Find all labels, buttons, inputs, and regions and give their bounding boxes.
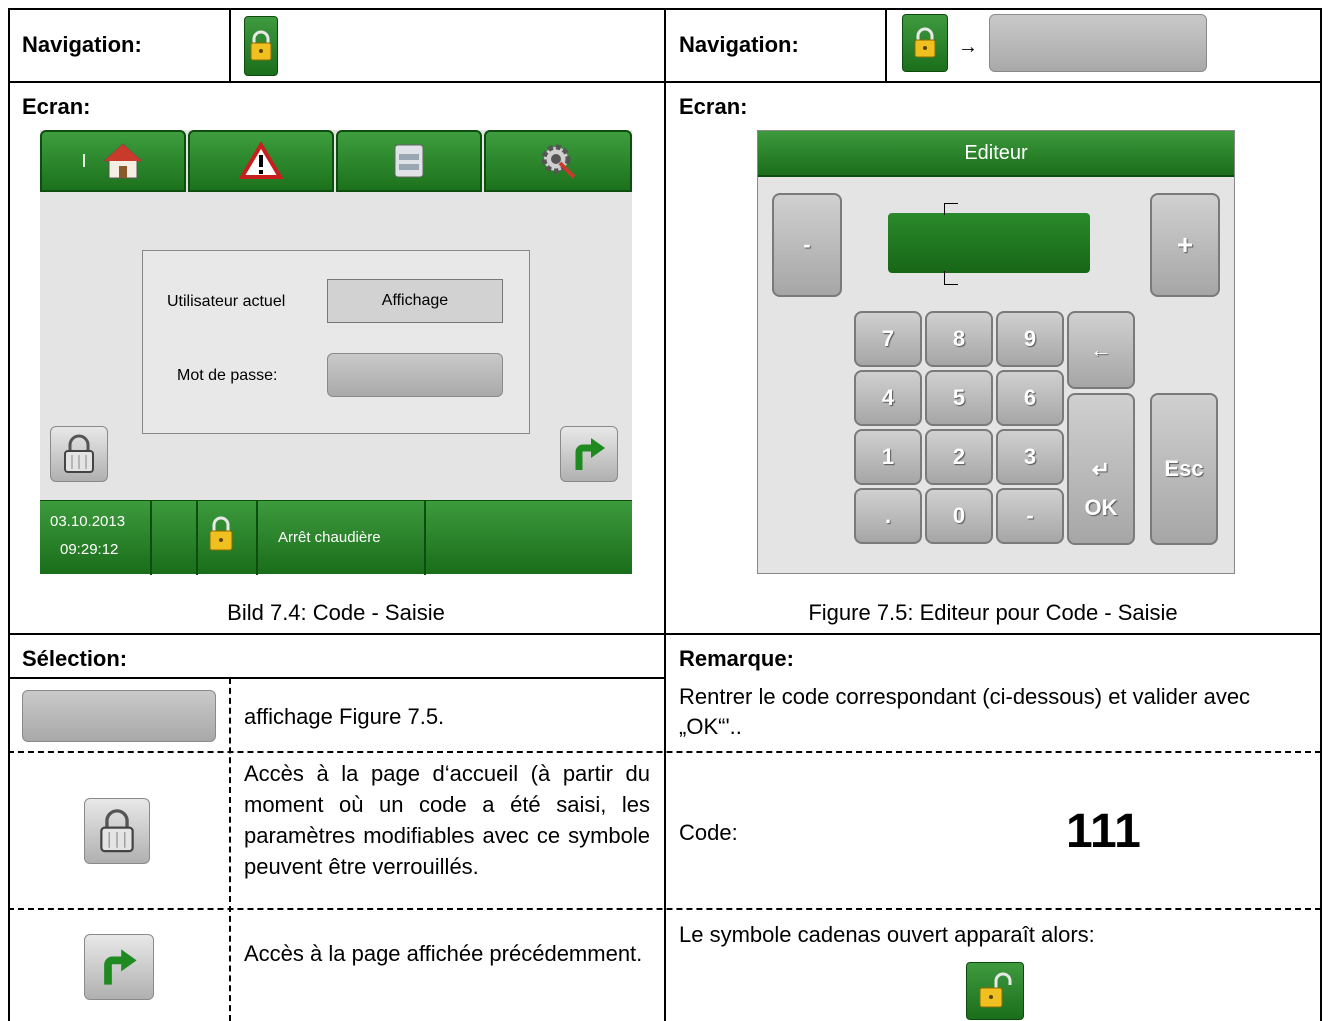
tab1-marker: I: [81, 150, 87, 171]
remark-heading: Remarque:: [679, 646, 794, 671]
current-user-value: Affichage: [327, 279, 503, 323]
padlock-gray-icon: [64, 434, 94, 473]
tab-alarm: [188, 130, 334, 192]
nav-arrow-icon: →: [958, 36, 978, 58]
device-screen-login: I Utilisateur actuel Affichage Mot de pa…: [40, 130, 632, 575]
cursor-bracket-bottom: [944, 271, 958, 285]
back-button: [560, 426, 618, 482]
selection-row2-text: Accès à la page d‘accueil (à partir du m…: [244, 761, 650, 879]
status-bar: 03.10.2013 09:29:12 Arrêt chaudière: [40, 500, 632, 575]
status-divider-1: [150, 501, 152, 575]
key-esc: Esc: [1150, 393, 1218, 545]
key-5: 5: [925, 370, 993, 426]
key-1: 1: [854, 429, 922, 485]
status-divider-3: [256, 501, 258, 575]
table-border-left: [8, 8, 10, 1021]
padlock-closed-icon: [209, 516, 233, 551]
caption-right: Figure 7.5: Editeur pour Code - Saisie: [808, 600, 1178, 625]
return-arrow-icon: [104, 949, 137, 985]
caption-left: Bild 7.4: Code - Saisie: [227, 600, 445, 625]
key-minus: -: [996, 488, 1064, 544]
status-time: 09:29:12: [60, 541, 119, 558]
code-label: Code:: [679, 820, 738, 845]
selection-row3-text: Accès à la page affichée précédemment.: [244, 941, 643, 966]
nav-label-left: Navigation:: [22, 32, 142, 57]
nav-lock-button-right: [902, 14, 948, 72]
status-divider-4: [424, 501, 426, 575]
nav-divider-right: [885, 8, 887, 82]
warning-icon: [239, 142, 283, 179]
key-backspace: ←: [1067, 311, 1135, 389]
padlock-closed-icon: [250, 30, 272, 61]
device-screen-editor: Editeur - + 7 8 9 ← 4 5 6 1 2 3 . 0 - ↵ …: [757, 130, 1235, 574]
row-divider-2: [8, 908, 1321, 910]
plus-button: +: [1150, 193, 1220, 297]
selection-heading-line: [8, 677, 665, 679]
screen-label-right: Ecran:: [679, 94, 748, 119]
minus-button: -: [772, 193, 842, 297]
cursor-bracket-top: [944, 203, 958, 215]
key-7: 7: [854, 311, 922, 367]
selection-password-button: [22, 690, 216, 742]
editor-title: Editeur: [964, 141, 1028, 164]
house-icon: [102, 143, 143, 179]
status-date: 03.10.2013: [50, 513, 126, 530]
screen-label-left: Ecran:: [22, 94, 91, 119]
password-label: Mot de passe:: [177, 367, 278, 384]
key-4: 4: [854, 370, 922, 426]
padlock-open-icon: [979, 972, 1012, 1008]
status-divider-2: [196, 501, 198, 575]
status-lock: [208, 515, 234, 558]
padlock-closed-icon: [914, 27, 936, 58]
selection-heading: Sélection:: [22, 646, 128, 671]
nav-lock-button: [244, 16, 278, 76]
nav-label-right: Navigation:: [679, 32, 799, 57]
tab-storage: [336, 130, 482, 192]
password-input: [327, 353, 503, 397]
return-arrow-icon: [575, 438, 605, 470]
key-ok: ↵ OK: [1067, 393, 1135, 545]
remark-intro: Rentrer le code correspondant (ci-dessou…: [679, 684, 1251, 739]
table-border-mid: [664, 8, 666, 1021]
unlocked-symbol: [966, 962, 1024, 1020]
padlock-gray-icon: [100, 809, 134, 853]
value-display: [888, 213, 1090, 273]
lock-button: [50, 426, 108, 482]
table-border-right: [1320, 8, 1322, 1021]
key-6: 6: [996, 370, 1064, 426]
key-3: 3: [996, 429, 1064, 485]
tab-home: I: [40, 130, 186, 192]
login-panel: Utilisateur actuel Affichage Mot de pass…: [142, 250, 530, 434]
nav-divider-left: [229, 8, 231, 82]
selection-row1-text: affichage Figure 7.5.: [244, 704, 445, 729]
key-9: 9: [996, 311, 1064, 367]
status-text: Arrêt chaudière: [278, 529, 381, 546]
key-0: 0: [925, 488, 993, 544]
editor-title-bar: Editeur: [758, 131, 1234, 177]
selection-divider: [229, 678, 231, 1021]
selection-lock-button: [84, 798, 150, 864]
gear-icon: [541, 144, 576, 179]
current-user-label: Utilisateur actuel: [167, 293, 286, 310]
ok-label: OK: [1084, 495, 1118, 520]
enter-icon: ↵: [1091, 457, 1111, 482]
storage-icon: [394, 144, 424, 178]
unlock-text: Le symbole cadenas ouvert apparaît alors…: [679, 922, 1095, 947]
password-field-button: [989, 14, 1207, 72]
row-divider-1: [8, 751, 1321, 753]
key-dot: .: [854, 488, 922, 544]
key-2: 2: [925, 429, 993, 485]
key-8: 8: [925, 311, 993, 367]
code-value: 111: [1066, 805, 1141, 858]
selection-back-button: [84, 934, 154, 1000]
tab-settings: [484, 130, 632, 192]
